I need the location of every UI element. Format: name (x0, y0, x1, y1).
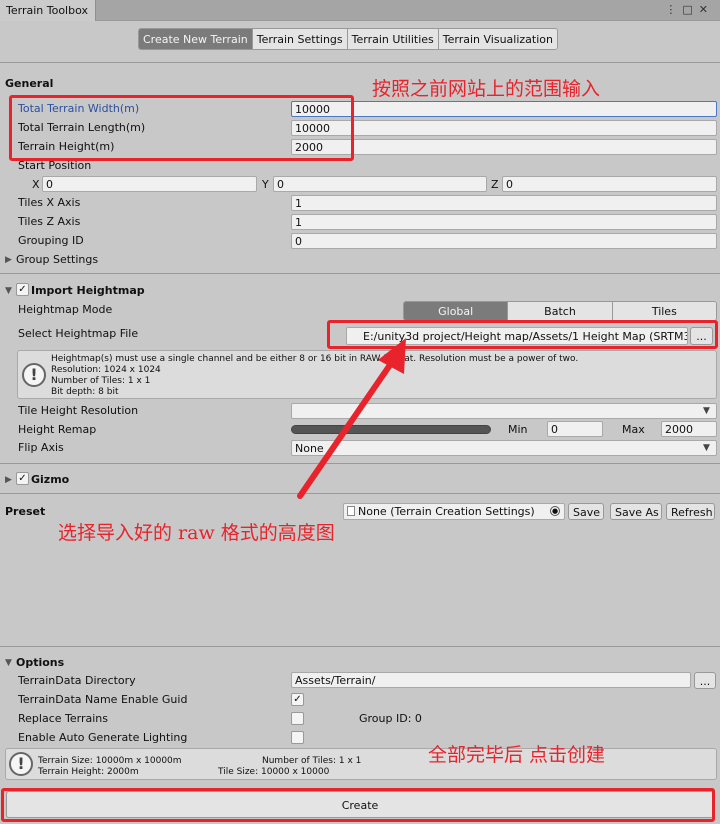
annotation-arrowhead (378, 338, 406, 374)
annotation-arrow-layer (297, 338, 406, 499)
annotation-arrow-line (297, 359, 395, 499)
